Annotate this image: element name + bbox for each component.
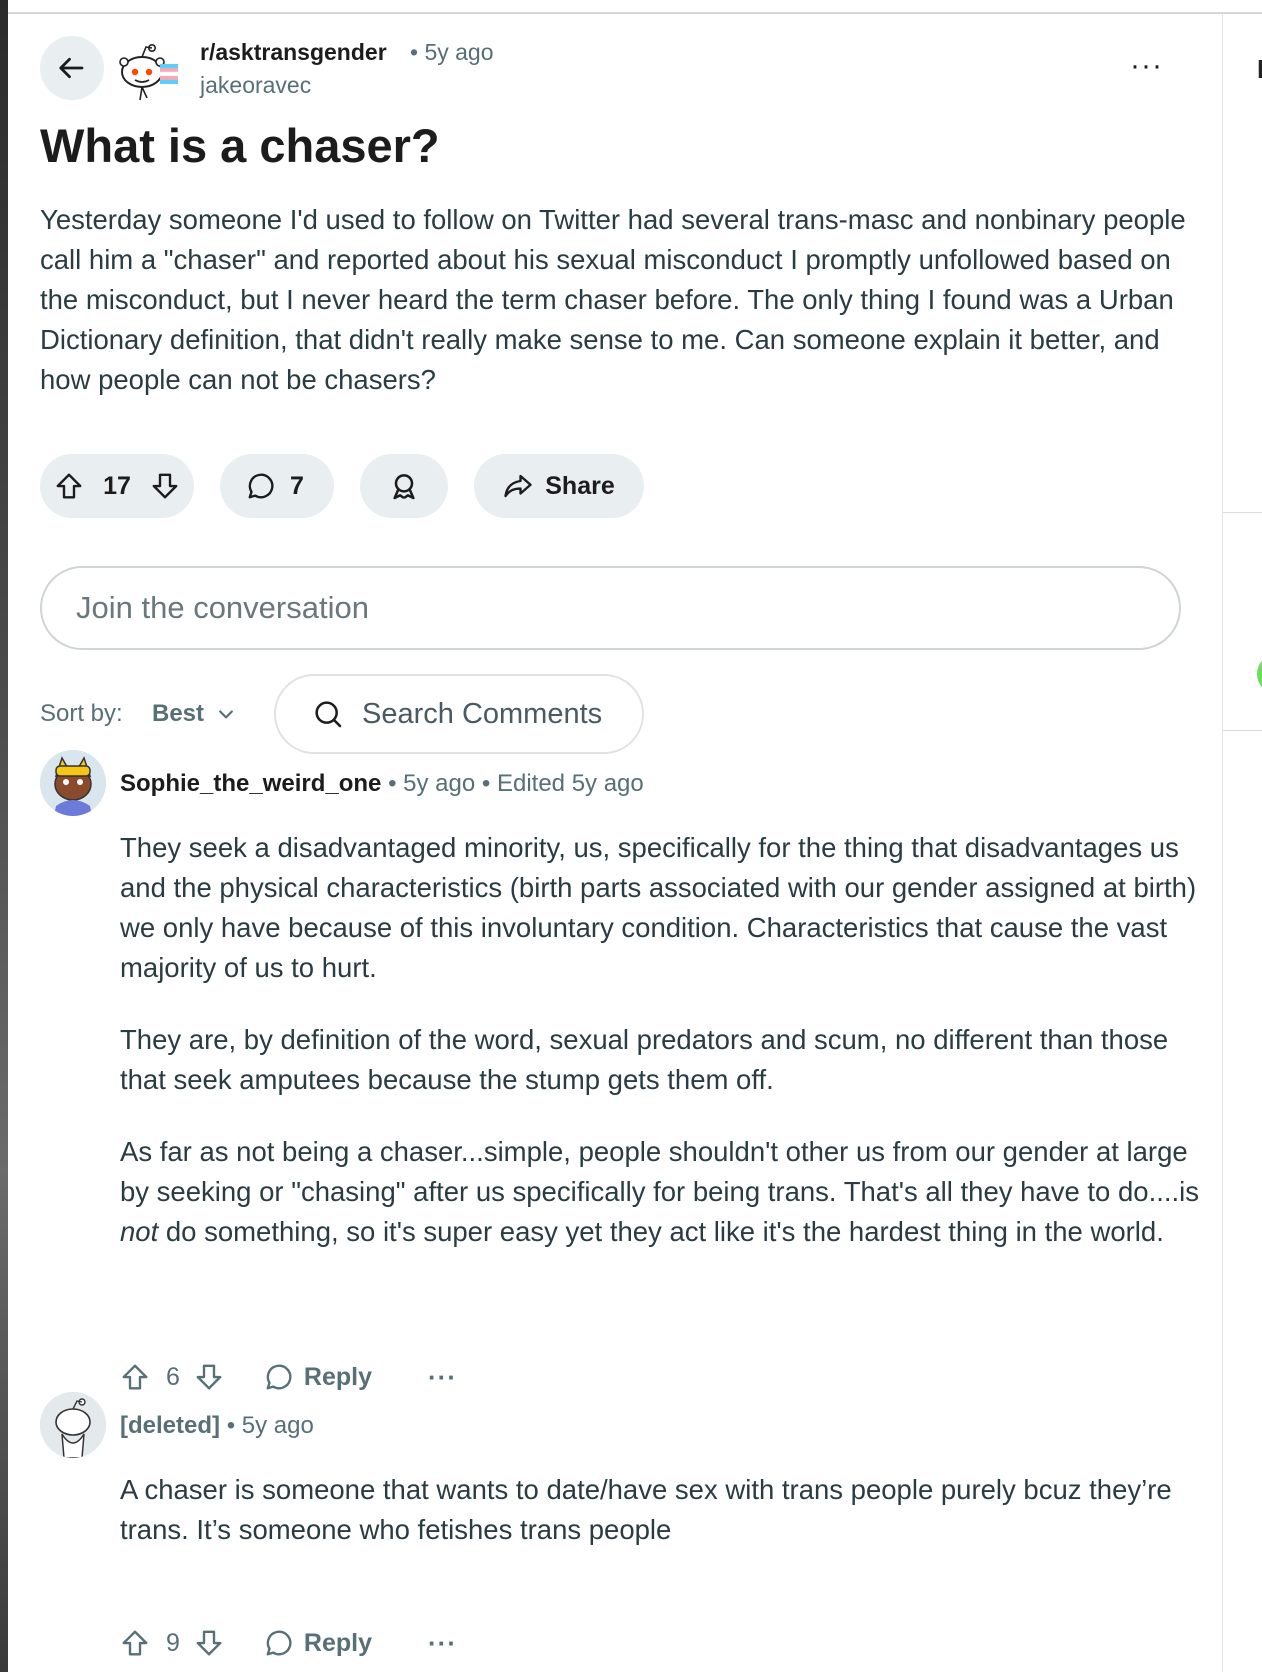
reply-button[interactable]: Reply [264,1628,372,1658]
comment-icon [266,1364,292,1390]
award-button[interactable] [360,454,448,518]
comment-score: 6 [166,1362,180,1391]
comment-icon [248,473,274,499]
reply-button[interactable]: Reply [264,1362,372,1392]
sort-label: Sort by: [40,700,123,727]
post-age: • 5y ago [410,39,494,66]
comment-text: As far as not being a chaser...simple, p… [120,1136,1199,1207]
post-score: 17 [103,471,131,500]
comment-text: do something, so it's super easy yet the… [158,1216,1164,1247]
comment-emphasis: not [120,1216,159,1247]
comment-paragraph: As far as not being a chaser...simple, p… [120,1132,1215,1252]
comment-header: Sophie_the_weird_one • 5y ago • Edited 5… [120,770,644,798]
sidebar-text-fragment: I [1257,54,1262,85]
comment-username[interactable]: Sophie_the_weird_one [120,770,381,797]
comments-button[interactable]: 7 [220,454,334,518]
subreddit-avatar-icon[interactable] [112,42,182,102]
comment-overflow-menu-button[interactable]: ··· [428,1364,457,1390]
sort-value: Best [152,700,205,727]
back-arrow-icon [59,57,84,79]
sidebar-divider [1223,512,1262,513]
comment-actions: 9 Reply ··· [120,1628,457,1658]
comment-age: 5y ago [403,770,476,797]
deleted-user-avatar-icon [40,1392,106,1458]
downvote-icon[interactable] [194,1362,224,1392]
post-title: What is a chaser? [40,119,440,172]
post-body: Yesterday someone I'd used to follow on … [40,204,1186,395]
share-icon [504,474,532,498]
user-avatar-icon [40,750,106,816]
avatar[interactable] [40,750,106,816]
downvote-icon[interactable] [150,471,180,501]
comment-paragraph: They seek a disadvantaged minority, us, … [120,832,1197,983]
comment-paragraph: A chaser is someone that wants to date/h… [120,1474,1172,1545]
comment-age: 5y ago [241,1412,314,1439]
comment-paragraph: They are, by definition of the word, sex… [120,1024,1169,1095]
comment-edited: Edited 5y ago [496,770,644,797]
post-action-bar: 17 7 Share [40,454,644,518]
comment-body: A chaser is someone that wants to date/h… [120,1470,1215,1582]
separator-dot: • [388,770,397,797]
subreddit-link[interactable]: r/asktransgender [200,39,387,66]
avatar[interactable] [40,1392,106,1458]
post-vote-control: 17 [40,454,194,518]
award-icon [393,474,415,500]
post-age-value: 5y ago [424,39,494,65]
comment-count: 7 [290,471,304,500]
comment-icon [266,1630,292,1656]
upvote-icon[interactable] [120,1362,150,1392]
reply-label: Reply [303,1362,372,1391]
sidebar-divider [1223,730,1262,731]
join-conversation-input[interactable]: Join the conversation [40,566,1181,650]
sort-dropdown[interactable]: Best [152,700,236,728]
separator-dot: • [481,770,491,797]
post-author[interactable]: jakeoravec [200,72,311,99]
downvote-icon[interactable] [194,1628,224,1658]
sidebar-avatar[interactable] [1257,654,1262,694]
separator-dot: • [226,1412,236,1439]
comment-body: They seek a disadvantaged minority, us, … [120,828,1215,1284]
window-edge [0,0,8,1672]
separator-dot: • [410,39,419,65]
share-button[interactable]: Share [474,454,644,518]
right-sidebar: I [1222,14,1262,1672]
comment-overflow-menu-button[interactable]: ··· [428,1630,457,1656]
chevron-down-icon [219,710,233,719]
comment-score: 9 [166,1628,180,1657]
reply-label: Reply [303,1628,372,1657]
search-comments-input[interactable]: Search Comments [274,674,644,754]
upvote-icon[interactable] [54,471,84,501]
comment-actions: 6 Reply ··· [120,1362,457,1392]
post-overflow-menu-button[interactable]: ··· [1130,51,1163,81]
back-button[interactable] [40,36,104,100]
comment-username: [deleted] [120,1412,221,1439]
search-comments-placeholder: Search Comments [362,697,603,730]
share-label: Share [545,471,615,500]
search-icon [315,701,342,728]
top-divider [8,0,1262,14]
upvote-icon[interactable] [120,1628,150,1658]
comment-header: [deleted] • 5y ago [120,1412,314,1440]
